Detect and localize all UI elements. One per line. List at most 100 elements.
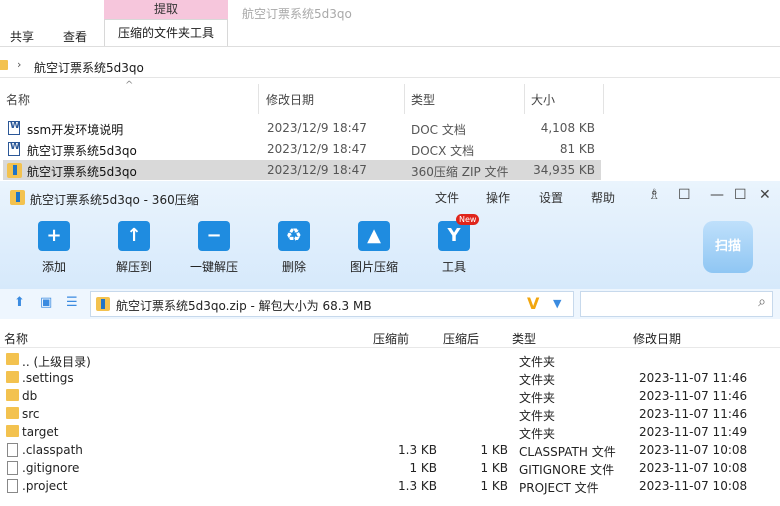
tools-icon: Y [438, 221, 470, 251]
row-date: 2023-11-07 11:46 [639, 407, 748, 421]
row-type: 文件夹 [519, 391, 556, 405]
window-title: 航空订票系统5d3qo [242, 7, 352, 21]
extract-to-button[interactable]: ↑ 解压到 [99, 221, 169, 275]
column-divider[interactable] [524, 84, 525, 114]
zip-app-window: 航空订票系统5d3qo - 360压缩 文件 操作 设置 帮助 ♗ ☐ — ☐ … [0, 181, 780, 506]
minimize-icon[interactable]: — [710, 187, 724, 203]
tab-view[interactable]: 查看 [63, 28, 87, 45]
menu-help[interactable]: 帮助 [591, 189, 615, 206]
menu-file[interactable]: 文件 [435, 189, 459, 206]
breadcrumb[interactable]: 航空订票系统5d3qo [34, 59, 144, 76]
row-type: CLASSPATH 文件 [519, 445, 616, 459]
list-item-selected[interactable]: 航空订票系统5d3qo 2023/12/9 18:47 360压缩 ZIP 文件… [3, 160, 601, 180]
row-type: PROJECT 文件 [519, 481, 599, 495]
menu-operations[interactable]: 操作 [486, 189, 510, 206]
search-input[interactable]: ⌕ [580, 291, 773, 317]
column-header-date[interactable]: 修改日期 [633, 330, 681, 347]
path-text: 航空订票系统5d3qo.zip - 解包大小为 68.3 MB [116, 299, 372, 313]
archive-list-header: 名称 压缩前 压缩后 类型 修改日期 [0, 326, 780, 348]
table-row[interactable]: src 文件夹 2023-11-07 11:46 [0, 405, 780, 423]
tab-share[interactable]: 共享 [10, 28, 34, 45]
column-header-name[interactable]: 名称 [4, 330, 28, 347]
path-field[interactable]: 航空订票系统5d3qo.zip - 解包大小为 68.3 MB V ▼ [90, 291, 574, 317]
up-arrow-icon[interactable]: ⬆ [14, 295, 25, 310]
address-divider [0, 77, 780, 78]
row-size-before: 1 KB [409, 461, 437, 475]
table-row[interactable]: .classpath 1.3 KB 1 KB CLASSPATH 文件 2023… [0, 441, 780, 459]
row-date: 2023-11-07 11:49 [639, 425, 748, 439]
extract-to-icon: ↑ [118, 221, 150, 251]
zip-icon [7, 163, 22, 178]
address-bar[interactable]: › 航空订票系统5d3qo [0, 55, 780, 77]
word-doc-icon [8, 121, 20, 135]
row-name: .gitignore [22, 461, 80, 475]
row-type: GITIGNORE 文件 [519, 463, 615, 477]
column-header-type[interactable]: 类型 [512, 330, 536, 347]
add-label: 添加 [41, 260, 66, 274]
delete-icon: ♻ [278, 221, 310, 251]
list-item[interactable]: ssm开发环境说明 2023/12/9 18:47 DOC 文档 4,108 K… [3, 118, 601, 138]
feedback-icon[interactable]: ☐ [678, 187, 691, 203]
context-group-extract[interactable]: 提取 [104, 0, 228, 19]
row-type: 文件夹 [519, 373, 556, 387]
zip-app-header: 航空订票系统5d3qo - 360压缩 文件 操作 设置 帮助 ♗ ☐ — ☐ … [0, 181, 780, 289]
file-name: ssm开发环境说明 [27, 123, 124, 137]
zip-app-title: 航空订票系统5d3qo - 360压缩 [30, 193, 199, 207]
app-logo-icon [10, 190, 25, 205]
row-type: 文件夹 [519, 409, 556, 423]
row-name: .project [22, 479, 68, 493]
view-icon[interactable]: ▣ [40, 295, 52, 310]
file-size: 34,935 KB [533, 163, 595, 177]
delete-button[interactable]: ♻ 删除 [259, 221, 329, 275]
column-header-compressed[interactable]: 压缩前 [373, 330, 409, 347]
table-row[interactable]: db 文件夹 2023-11-07 11:46 [0, 387, 780, 405]
add-button[interactable]: + 添加 [19, 221, 89, 275]
table-row[interactable]: .gitignore 1 KB 1 KB GITIGNORE 文件 2023-1… [0, 459, 780, 477]
one-click-extract-icon: − [198, 221, 230, 251]
scan-button[interactable]: 扫描 [703, 221, 753, 273]
row-name: src [22, 407, 40, 421]
chevron-right-icon[interactable]: › [17, 58, 21, 71]
folder-icon [6, 371, 19, 383]
one-click-extract-label: 一键解压 [189, 260, 238, 274]
search-icon[interactable]: ⌕ [758, 294, 766, 310]
column-divider[interactable] [404, 84, 405, 114]
column-header-packed[interactable]: 压缩后 [443, 330, 479, 347]
list-item[interactable]: 航空订票系统5d3qo 2023/12/9 18:47 DOCX 文档 81 K… [3, 139, 601, 159]
list-view-icon[interactable]: ☰ [66, 295, 78, 310]
one-click-extract-button[interactable]: − 一键解压 [179, 221, 249, 275]
row-size-before: 1.3 KB [398, 479, 437, 493]
folder-icon [6, 389, 19, 401]
column-header-name[interactable]: 名称 [6, 91, 30, 108]
row-type: 文件夹 [519, 355, 556, 369]
table-row[interactable]: .project 1.3 KB 1 KB PROJECT 文件 2023-11-… [0, 477, 780, 495]
column-header-size[interactable]: 大小 [531, 91, 555, 108]
chevron-down-icon[interactable]: ▼ [553, 297, 561, 310]
tab-compressed-folder-tools[interactable]: 压缩的文件夹工具 [104, 19, 228, 46]
column-divider[interactable] [258, 84, 259, 114]
folder-icon [6, 353, 19, 365]
verify-icon[interactable]: V [527, 294, 539, 313]
column-header-type[interactable]: 类型 [411, 91, 435, 108]
maximize-icon[interactable]: ☐ [734, 187, 747, 203]
file-icon [7, 443, 18, 457]
tools-button[interactable]: Y 工具 [419, 221, 489, 275]
column-header-date[interactable]: 修改日期 [266, 91, 314, 108]
image-compress-label: 图片压缩 [349, 260, 398, 274]
row-name: .classpath [22, 443, 83, 457]
column-divider[interactable] [603, 84, 604, 114]
close-icon[interactable]: ✕ [759, 187, 771, 203]
table-row[interactable]: .. (上级目录) 文件夹 [0, 351, 780, 369]
table-row[interactable]: .settings 文件夹 2023-11-07 11:46 [0, 369, 780, 387]
row-size-before: 1.3 KB [398, 443, 437, 457]
image-compress-button[interactable]: ▲ 图片压缩 [339, 221, 409, 275]
skin-icon[interactable]: ♗ [648, 187, 661, 203]
folder-icon [6, 425, 19, 437]
row-name: target [22, 425, 59, 439]
table-row[interactable]: target 文件夹 2023-11-07 11:49 [0, 423, 780, 441]
image-compress-icon: ▲ [358, 221, 390, 251]
menu-settings[interactable]: 设置 [539, 189, 563, 206]
extract-to-label: 解压到 [115, 260, 152, 274]
row-date: 2023-11-07 11:46 [639, 389, 748, 403]
new-badge: New [456, 214, 480, 225]
